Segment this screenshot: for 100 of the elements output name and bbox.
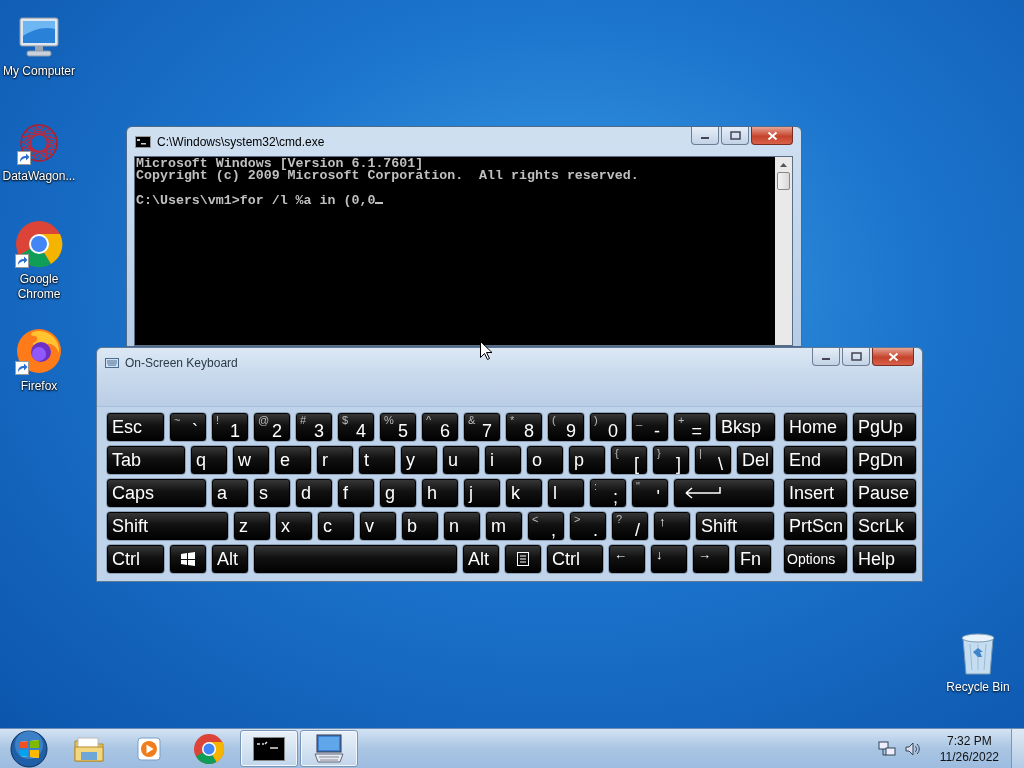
minimize-button[interactable] [812,348,840,366]
keyboard-key[interactable]: * 8 [505,412,543,442]
keyboard-key[interactable] [169,544,207,574]
keyboard-key[interactable]: b [401,511,439,541]
keyboard-key[interactable]: g [379,478,417,508]
keyboard-key[interactable]: n [443,511,481,541]
scroll-thumb[interactable] [777,172,790,190]
space-bar[interactable] [253,544,458,574]
keyboard-key[interactable]: ) 0 [589,412,627,442]
keyboard-key[interactable]: e [274,445,312,475]
keyboard-key[interactable] [504,544,542,574]
keyboard-key[interactable]: ← [608,544,646,574]
keyboard-key[interactable]: Del [736,445,774,475]
close-button[interactable] [872,348,914,366]
desktop-icon-label[interactable]: Firefox [1,379,77,394]
keyboard-key[interactable]: Alt [211,544,249,574]
taskbar-button[interactable] [240,730,298,767]
keyboard-key[interactable]: PgUp [852,412,917,442]
keyboard-key[interactable]: PrtScn [783,511,848,541]
keyboard-key[interactable]: o [526,445,564,475]
keyboard-key[interactable]: ! 1 [211,412,249,442]
taskbar-button[interactable] [300,730,358,767]
keyboard-key[interactable]: u [442,445,480,475]
minimize-button[interactable] [691,127,719,145]
desktop-icon-label[interactable]: DataWagon... [1,169,77,184]
keyboard-key[interactable]: a [211,478,249,508]
keyboard-key[interactable]: PgDn [852,445,917,475]
keyboard-key[interactable]: Alt [462,544,500,574]
keyboard-key[interactable]: Options [783,544,848,574]
keyboard-key[interactable]: c [317,511,355,541]
desktop-icon-label[interactable]: My Computer [1,64,77,79]
keyboard-key[interactable]: Pause [852,478,917,508]
keyboard-key[interactable]: ScrLk [852,511,917,541]
keyboard-key[interactable]: > . [569,511,607,541]
keyboard-key[interactable]: k [505,478,543,508]
window-title: C:\Windows\system32\cmd.exe [157,134,326,149]
clock-date[interactable]: 11/26/2022 [939,748,999,765]
menu-icon [517,552,529,566]
keyboard-key[interactable]: v [359,511,397,541]
scrollbar[interactable] [775,157,792,345]
keyboard-key[interactable]: Help [852,544,917,574]
keyboard-key[interactable]: ^ 6 [421,412,459,442]
keyboard-key[interactable]: Caps [106,478,207,508]
maximize-button[interactable] [721,127,749,145]
keyboard-key[interactable]: { [ [610,445,648,475]
keyboard-key[interactable]: ↑ [653,511,691,541]
keyboard-key[interactable]: Shift [106,511,229,541]
recycle-bin-label[interactable]: Recycle Bin [946,680,1010,694]
keyboard-key[interactable]: _ - [631,412,669,442]
keyboard-key[interactable]: Fn [734,544,772,574]
keyboard-key[interactable]: ? / [611,511,649,541]
keyboard-key[interactable]: Esc [106,412,165,442]
maximize-button[interactable] [842,348,870,366]
keyboard-key[interactable]: Insert [783,478,848,508]
keyboard-key[interactable]: & 7 [463,412,501,442]
keyboard-key[interactable]: m [485,511,523,541]
keyboard-key[interactable]: s [253,478,291,508]
keyboard-key[interactable]: p [568,445,606,475]
clock-time[interactable]: 7:32 PM [947,732,992,749]
desktop-icon-label[interactable]: Google Chrome [1,272,77,302]
keyboard-key[interactable]: f [337,478,375,508]
maximize-icon [729,131,741,140]
keyboard-key[interactable]: @2 [253,412,291,442]
keyboard-key[interactable]: Shift [695,511,775,541]
keyboard-key[interactable]: ( 9 [547,412,585,442]
keyboard-key[interactable]: Ctrl [106,544,165,574]
windows-logo-icon [180,552,196,566]
keyboard-key[interactable]: d [295,478,333,508]
keyboard-key[interactable]: < , [527,511,565,541]
keyboard-key[interactable]: w [232,445,270,475]
keyboard-key[interactable]: r [316,445,354,475]
keyboard-key[interactable]: Bksp [715,412,776,442]
keyboard-key[interactable]: l [547,478,585,508]
keyboard-key[interactable]: } ] [652,445,690,475]
keyboard-key[interactable]: ~ ` [169,412,207,442]
browser-icon [15,220,63,268]
console-icon [253,736,285,761]
keyboard-key[interactable]: : ; [589,478,627,508]
keyboard-key[interactable]: j [463,478,501,508]
keyboard-key[interactable]: + = [673,412,711,442]
keyboard-key[interactable]: → [692,544,730,574]
keyboard-key[interactable]: Ctrl [546,544,604,574]
keyboard-key[interactable]: x [275,511,313,541]
keyboard-key[interactable]: y [400,445,438,475]
keyboard-key[interactable]: # 3 [295,412,333,442]
keyboard-key[interactable]: ↓ [650,544,688,574]
keyboard-key[interactable]: Home [783,412,848,442]
keyboard-key[interactable]: i [484,445,522,475]
keyboard-key[interactable]: | \ [694,445,732,475]
keyboard-key[interactable]: End [783,445,848,475]
close-button[interactable] [751,127,793,145]
keyboard-key[interactable]: $ 4 [337,412,375,442]
keyboard-key[interactable]: % 5 [379,412,417,442]
keyboard-key[interactable]: Tab [106,445,186,475]
keyboard-key[interactable]: h [421,478,459,508]
keyboard-key[interactable] [673,478,775,508]
keyboard-key[interactable]: t [358,445,396,475]
keyboard-key[interactable]: " ' [631,478,669,508]
keyboard-key[interactable]: q [190,445,228,475]
keyboard-key[interactable]: z [233,511,271,541]
